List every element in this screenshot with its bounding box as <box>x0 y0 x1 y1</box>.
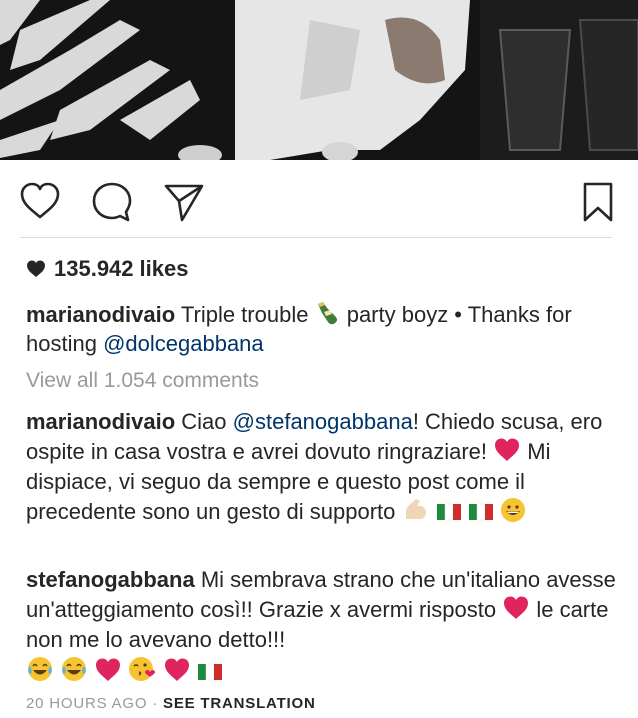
kissing-heart-emoji-icon <box>129 657 156 681</box>
tears-of-joy-emoji-icon <box>28 657 52 681</box>
red-heart-emoji-icon <box>495 438 520 461</box>
paper-plane-icon <box>164 184 204 222</box>
italy-flag-icon <box>468 503 493 521</box>
likes-number: 135.942 <box>54 256 134 281</box>
view-all-comments-link[interactable]: View all 1.054 comments <box>26 369 259 393</box>
tears-of-joy-emoji-icon <box>62 657 87 681</box>
like-button[interactable] <box>18 180 62 224</box>
post-photo[interactable] <box>0 0 638 160</box>
italy-flag-icon <box>197 663 222 681</box>
comment-item: stefanogabbana Mi sembrava strano che un… <box>26 565 616 687</box>
red-heart-emoji-icon <box>504 596 529 619</box>
grinning-face-emoji-icon <box>500 498 525 522</box>
champagne-bottle-icon <box>317 302 337 325</box>
comment-username[interactable]: stefanogabbana <box>26 567 195 592</box>
comment-username[interactable]: marianodivaio <box>26 409 175 434</box>
bookmark-icon <box>583 182 613 222</box>
post-caption: marianodivaio Triple trouble party boyz … <box>26 300 621 358</box>
divider <box>20 237 612 238</box>
speech-bubble-icon <box>92 182 132 222</box>
heart-filled-icon <box>27 260 45 277</box>
meta-separator: · <box>152 695 159 712</box>
comment-item: marianodivaio Ciao @stefanogabbana! Chie… <box>26 407 616 527</box>
heart-outline-icon <box>20 182 60 219</box>
post-timestamp: 20 HOURS AGO <box>26 695 148 712</box>
caption-mention[interactable]: @dolcegabbana <box>103 331 264 356</box>
caption-text-1: Triple trouble <box>180 302 309 327</box>
action-bar <box>0 160 638 238</box>
comment-mention[interactable]: @stefanogabbana <box>233 409 413 434</box>
save-button[interactable] <box>576 180 620 224</box>
italy-flag-icon <box>436 503 461 521</box>
red-heart-emoji-icon <box>96 658 121 681</box>
post-photo-graphic <box>0 0 638 160</box>
comment-text: Ciao <box>181 409 227 434</box>
comment-button[interactable] <box>90 180 134 224</box>
share-button[interactable] <box>162 180 206 224</box>
see-translation-link[interactable]: SEE TRANSLATION <box>163 695 316 712</box>
post-meta: 20 HOURS AGO · SEE TRANSLATION <box>26 695 316 712</box>
caption-username[interactable]: marianodivaio <box>26 302 175 327</box>
red-heart-emoji-icon <box>164 658 189 681</box>
likes-label: likes <box>139 256 189 281</box>
flexed-biceps-emoji-icon <box>405 499 426 519</box>
likes-count[interactable]: 135.942 likes <box>26 256 188 282</box>
